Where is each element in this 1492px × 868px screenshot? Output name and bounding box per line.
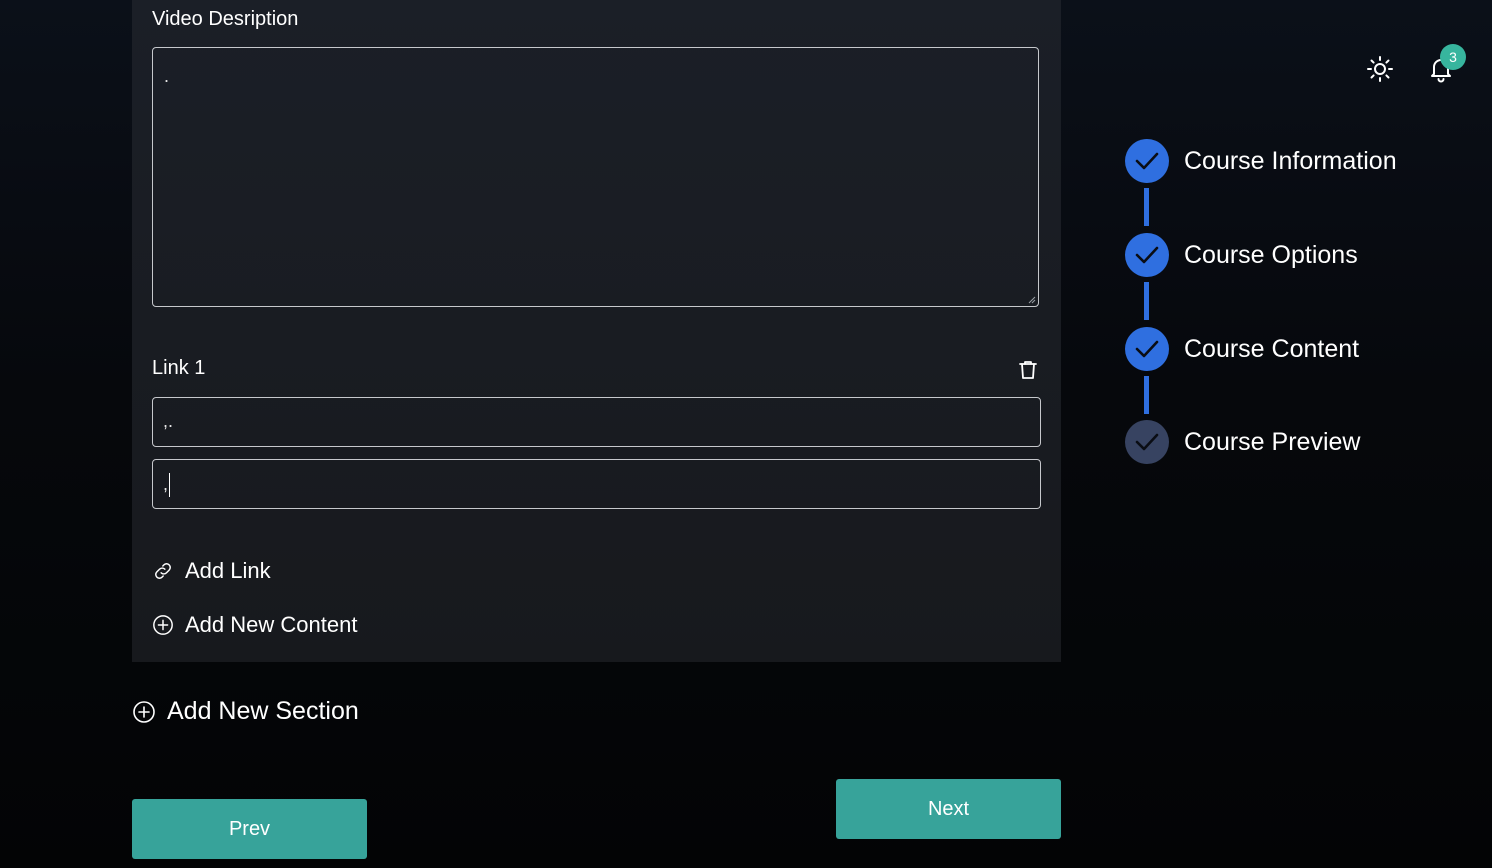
step-check-circle [1125, 420, 1169, 464]
step-label: Course Preview [1184, 427, 1361, 456]
step-course-information[interactable]: Course Information [1125, 139, 1397, 183]
step-check-circle [1125, 139, 1169, 183]
link-title-input[interactable]: ,. [152, 397, 1041, 447]
step-connector [1144, 376, 1149, 414]
content-card: Video Desription . Link 1 ,. , Add Link … [132, 0, 1061, 662]
step-check-circle [1125, 327, 1169, 371]
step-label: Course Content [1184, 334, 1360, 363]
step-label: Course Options [1184, 240, 1358, 269]
step-label: Course Information [1184, 146, 1397, 175]
check-icon [1135, 152, 1159, 170]
prev-button[interactable]: Prev [132, 799, 367, 859]
next-button[interactable]: Next [836, 779, 1061, 839]
link-url-value: , [163, 473, 171, 497]
step-course-options[interactable]: Course Options [1125, 233, 1358, 277]
plus-circle-icon [153, 615, 173, 635]
step-connector [1144, 188, 1149, 226]
step-check-circle [1125, 233, 1169, 277]
link-title-value: ,. [163, 411, 174, 431]
link-label: Link 1 [152, 357, 206, 379]
add-new-section-button[interactable]: Add New Section [132, 697, 359, 726]
video-description-label: Video Desription [152, 8, 299, 30]
video-description-value: . [164, 66, 170, 86]
step-course-content[interactable]: Course Content [1125, 327, 1359, 371]
check-icon [1135, 340, 1159, 358]
add-link-button[interactable]: Add Link [152, 558, 271, 584]
sun-icon[interactable] [1365, 54, 1395, 84]
create-course-page: Video Desription . Link 1 ,. , Add Link … [0, 0, 1492, 868]
add-link-label: Add Link [185, 558, 271, 583]
resize-grip-icon[interactable] [1028, 296, 1036, 304]
plus-circle-icon [133, 700, 155, 723]
notification-badge: 3 [1440, 44, 1466, 70]
add-new-section-label: Add New Section [167, 697, 359, 725]
check-icon [1135, 246, 1159, 264]
step-course-preview[interactable]: Course Preview [1125, 420, 1360, 464]
link-url-input[interactable]: , [152, 459, 1041, 509]
link-icon [155, 563, 171, 579]
step-connector [1144, 282, 1149, 320]
trash-icon[interactable] [1016, 358, 1040, 382]
check-icon [1135, 433, 1159, 451]
text-caret [169, 473, 171, 497]
add-new-content-label: Add New Content [185, 612, 358, 637]
video-description-textarea[interactable]: . [152, 47, 1039, 307]
add-new-content-button[interactable]: Add New Content [152, 612, 357, 638]
